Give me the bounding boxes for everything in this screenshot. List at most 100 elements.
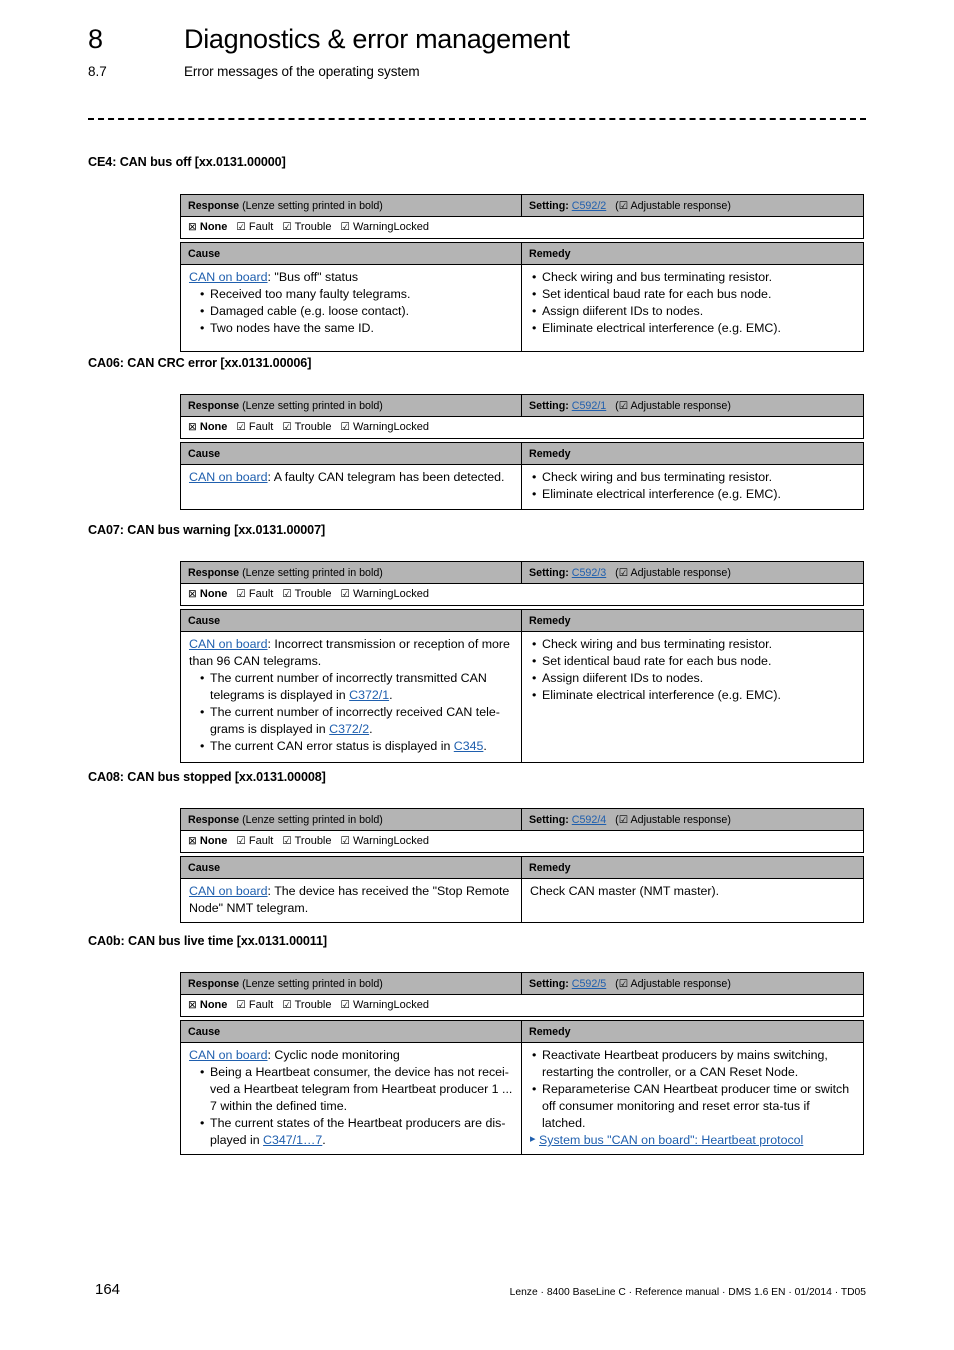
response-table: Response (Lenze setting printed in bold)… bbox=[180, 808, 864, 853]
response-option-label: None bbox=[199, 421, 228, 434]
response-option-trouble[interactable]: ☑ Trouble bbox=[282, 835, 331, 847]
header-divider bbox=[88, 118, 866, 120]
response-option-none[interactable]: ⊠ None bbox=[188, 999, 227, 1011]
response-header-row: Response (Lenze setting printed in bold)… bbox=[181, 973, 863, 996]
response-option-warninglocked[interactable]: ☑ WarningLocked bbox=[341, 588, 430, 600]
cause-header-label: Cause bbox=[188, 614, 221, 627]
response-option-label: None bbox=[199, 835, 228, 848]
response-option-trouble[interactable]: ☑ Trouble bbox=[282, 999, 331, 1011]
can-on-board-link[interactable]: CAN on board bbox=[189, 884, 268, 898]
cause-remedy-table: Cause Remedy CAN on board: The device has … bbox=[180, 856, 864, 924]
response-header-label: Response bbox=[188, 399, 240, 412]
parameter-link[interactable]: C372/1 bbox=[349, 688, 389, 702]
checkbox-checked-icon: ☑ bbox=[236, 835, 246, 848]
checkbox-checked-icon: ☑ bbox=[340, 421, 350, 434]
response-option-label: None bbox=[199, 221, 228, 234]
response-option-none[interactable]: ⊠ None bbox=[188, 835, 227, 847]
response-option-none[interactable]: ⊠ None bbox=[188, 421, 227, 433]
response-option-label: WarningLocked bbox=[352, 421, 430, 434]
response-options-row: ⊠ None ☑ Fault ☑ Trouble ☑ WarningLocked bbox=[181, 217, 863, 238]
page-header: 8 Diagnostics & error management 8.7 Err… bbox=[88, 24, 878, 79]
cause-bullet-item: Two nodes have the same ID. bbox=[189, 320, 514, 337]
response-option-fault[interactable]: ☑ Fault bbox=[236, 421, 273, 433]
remedy-header-label: Remedy bbox=[529, 1025, 571, 1038]
cause-remedy-table: Cause Remedy CAN on board: Cyclic node mon… bbox=[180, 1020, 864, 1156]
remedy-bullet-list: Check wiring and bus terminating resisto… bbox=[530, 636, 856, 704]
error-section-title: CA0b: CAN bus live time [xx.0131.00011] bbox=[88, 934, 327, 948]
setting-parameter-link[interactable]: C592/1 bbox=[572, 400, 606, 412]
response-option-label: Trouble bbox=[294, 835, 332, 848]
cause-remedy-header-row: Cause Remedy bbox=[181, 610, 863, 633]
remedy-bullet-list: Check wiring and bus terminating resisto… bbox=[530, 269, 856, 337]
parameter-link[interactable]: C372/2 bbox=[329, 722, 369, 736]
response-header-label: Response bbox=[188, 813, 240, 826]
checkbox-checked-icon: ☑ bbox=[282, 588, 292, 601]
footer-note: Lenze · 8400 BaseLine C · Reference manu… bbox=[509, 1287, 866, 1298]
remedy-header-cell: Remedy bbox=[522, 443, 863, 464]
response-options-cell: ⊠ None ☑ Fault ☑ Trouble ☑ WarningLocked bbox=[181, 417, 863, 438]
setting-parameter-link[interactable]: C592/5 bbox=[572, 978, 606, 990]
can-on-board-link[interactable]: CAN on board bbox=[189, 637, 268, 651]
cause-lead-text: CAN on board: The device has received th… bbox=[189, 884, 510, 916]
checkbox-checked-icon: ☑ bbox=[340, 835, 350, 848]
response-option-trouble[interactable]: ☑ Trouble bbox=[282, 421, 331, 433]
setting-parameter-link[interactable]: C592/3 bbox=[572, 567, 606, 579]
remedy-header-label: Remedy bbox=[529, 447, 571, 460]
response-option-warninglocked[interactable]: ☑ WarningLocked bbox=[341, 999, 430, 1011]
response-option-fault[interactable]: ☑ Fault bbox=[236, 999, 273, 1011]
response-option-warninglocked[interactable]: ☑ WarningLocked bbox=[341, 221, 430, 233]
setting-parameter-link[interactable]: C592/4 bbox=[572, 814, 606, 826]
remedy-text: Check CAN master (NMT master). bbox=[530, 884, 720, 899]
remedy-cross-reference[interactable]: System bus "CAN on board": Heartbeat pro… bbox=[530, 1132, 856, 1149]
response-option-none[interactable]: ⊠ None bbox=[188, 588, 227, 600]
chapter-number: 8 bbox=[88, 24, 103, 54]
cause-bullet-list: The current number of incorrectly transm… bbox=[189, 670, 514, 755]
section-title: Error messages of the operating system bbox=[184, 64, 420, 79]
response-options-row: ⊠ None ☑ Fault ☑ Trouble ☑ WarningLocked bbox=[181, 584, 863, 605]
checkbox-checked-icon: ☑ bbox=[340, 588, 350, 601]
adjustable-response-checkbox-icon: ☑ bbox=[618, 399, 629, 412]
setting-cell: Setting: C592/4 (☑ Adjustable response) bbox=[529, 813, 731, 826]
remedy-header-label: Remedy bbox=[529, 614, 571, 627]
response-header-label: Response bbox=[188, 199, 240, 212]
response-header-cell: Response (Lenze setting printed in bold) bbox=[181, 395, 522, 417]
section-heading: 8.7 Error messages of the operating syst… bbox=[88, 64, 878, 79]
can-on-board-link[interactable]: CAN on board bbox=[189, 270, 268, 284]
cause-remedy-header-row: Cause Remedy bbox=[181, 857, 863, 880]
checkbox-checked-icon: ☑ bbox=[282, 835, 292, 848]
cause-lead-text: CAN on board: A faulty CAN telegram has … bbox=[189, 470, 505, 485]
response-option-trouble[interactable]: ☑ Trouble bbox=[282, 221, 331, 233]
parameter-link[interactable]: C345 bbox=[454, 739, 484, 753]
cause-header-label: Cause bbox=[188, 247, 221, 260]
response-table: Response (Lenze setting printed in bold)… bbox=[180, 561, 864, 606]
setting-label: Setting: bbox=[529, 199, 569, 212]
response-option-none[interactable]: ⊠ None bbox=[188, 221, 227, 233]
response-header-cell: Response (Lenze setting printed in bold) bbox=[181, 195, 522, 217]
response-header-row: Response (Lenze setting printed in bold)… bbox=[181, 809, 863, 832]
cause-bullet-item: Received too many faulty telegrams. bbox=[189, 286, 514, 303]
remedy-cell: Check wiring and bus terminating resisto… bbox=[522, 265, 863, 351]
cause-cell: CAN on board: "Bus off" statusReceived t… bbox=[181, 265, 522, 352]
response-option-fault[interactable]: ☑ Fault bbox=[236, 221, 273, 233]
remedy-bullet-item: Reactivate Heartbeat producers by mains … bbox=[530, 1047, 856, 1081]
remedy-bullet-item: Eliminate electrical interference (e.g. … bbox=[530, 486, 856, 503]
cause-cell: CAN on board: Incorrect transmission or … bbox=[181, 632, 522, 763]
response-option-fault[interactable]: ☑ Fault bbox=[236, 588, 273, 600]
can-on-board-link[interactable]: CAN on board bbox=[189, 470, 268, 484]
response-option-warninglocked[interactable]: ☑ WarningLocked bbox=[341, 835, 430, 847]
checkbox-checked-icon: ☑ bbox=[236, 221, 246, 234]
response-table: Response (Lenze setting printed in bold)… bbox=[180, 394, 864, 439]
remedy-header-cell: Remedy bbox=[522, 857, 863, 878]
response-option-warninglocked[interactable]: ☑ WarningLocked bbox=[341, 421, 430, 433]
heartbeat-protocol-link[interactable]: System bus "CAN on board": Heartbeat pro… bbox=[539, 1133, 803, 1147]
response-option-trouble[interactable]: ☑ Trouble bbox=[282, 588, 331, 600]
parameter-link[interactable]: C347/1…7 bbox=[263, 1133, 322, 1147]
setting-cell: Setting: C592/1 (☑ Adjustable response) bbox=[529, 399, 731, 412]
setting-label: Setting: bbox=[529, 977, 569, 990]
can-on-board-link[interactable]: CAN on board bbox=[189, 1048, 268, 1062]
cause-lead-text: CAN on board: "Bus off" status bbox=[189, 270, 359, 285]
setting-parameter-link[interactable]: C592/2 bbox=[572, 200, 606, 212]
cause-header-label: Cause bbox=[188, 447, 221, 460]
checkbox-checked-icon: ☑ bbox=[282, 221, 292, 234]
response-option-fault[interactable]: ☑ Fault bbox=[236, 835, 273, 847]
